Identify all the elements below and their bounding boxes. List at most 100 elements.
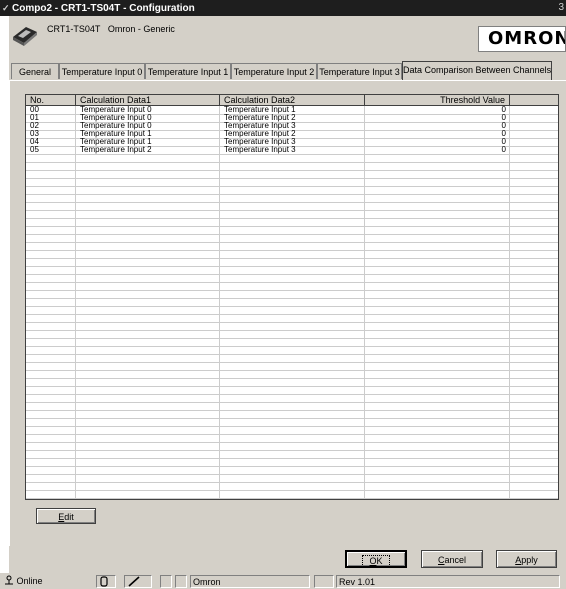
row-gridline — [26, 154, 558, 155]
row-gridline — [26, 394, 558, 395]
row-gridline — [26, 410, 558, 411]
row-gridline — [26, 482, 558, 483]
ok-label: K — [376, 556, 383, 566]
tab-temperature-input-3[interactable]: Temperature Input 3 — [317, 63, 402, 79]
tab-temperature-input-0[interactable]: Temperature Input 0 — [59, 63, 145, 79]
row-gridline — [26, 282, 558, 283]
tab-temperature-input-1[interactable]: Temperature Input 1 — [145, 63, 231, 79]
device-description: CRT1-TS04T Omron - Generic — [47, 24, 175, 34]
row-gridline — [26, 306, 558, 307]
network-icon — [5, 575, 13, 585]
table-row[interactable]: 05 Temperature Input 2 Temperature Input 3… — [26, 146, 558, 154]
window-title: Compo2 - CRT1-TS04T - Configuration — [12, 3, 195, 14]
row-gridline — [26, 194, 558, 195]
cell-no: 04 — [30, 138, 39, 146]
row-gridline — [26, 354, 558, 355]
cell-calc-data2: Temperature Input 3 — [224, 146, 296, 154]
column-header-no[interactable]: No. — [26, 95, 76, 106]
column-header-empty — [510, 95, 558, 106]
tab-general[interactable]: General — [11, 63, 59, 79]
row-gridline — [26, 258, 558, 259]
status-edit-indicator — [124, 575, 152, 588]
cell-calc-data1: Temperature Input 0 — [80, 114, 152, 122]
row-gridline — [26, 490, 558, 491]
row-gridline — [26, 178, 558, 179]
cell-no: 01 — [30, 114, 39, 122]
row-gridline — [26, 378, 558, 379]
column-header-threshold[interactable]: Threshold Value — [365, 95, 510, 106]
app-icon: ✓ — [2, 3, 10, 13]
edit-label: dit — [64, 512, 74, 522]
cell-calc-data2: Temperature Input 3 — [224, 122, 296, 130]
edit-button[interactable]: Edit — [36, 508, 96, 524]
cell-calc-data2: Temperature Input 2 — [224, 130, 296, 138]
tab-temperature-input-2[interactable]: Temperature Input 2 — [231, 63, 317, 79]
cell-calc-data2: Temperature Input 3 — [224, 138, 296, 146]
title-bar[interactable]: ✓ Compo2 - CRT1-TS04T - Configuration 3 — [0, 0, 566, 16]
table-row[interactable]: 02 Temperature Input 0 Temperature Input 3… — [26, 122, 558, 130]
table-row[interactable]: 00 Temperature Input 0 Temperature Input 1… — [26, 106, 558, 114]
row-gridline — [26, 498, 558, 499]
row-gridline — [26, 386, 558, 387]
status-slot-1 — [160, 575, 172, 588]
cell-threshold: 0 — [501, 130, 506, 138]
status-online-text: Online — [16, 576, 43, 586]
cell-calc-data2: Temperature Input 2 — [224, 114, 296, 122]
status-revision: Rev 1.01 — [336, 575, 560, 588]
cell-calc-data1: Temperature Input 2 — [80, 146, 152, 154]
row-gridline — [26, 162, 558, 163]
tab-data-comparison[interactable]: Data Comparison Between Channels — [402, 61, 552, 80]
cell-calc-data1: Temperature Input 1 — [80, 138, 152, 146]
row-gridline — [26, 474, 558, 475]
row-gridline — [26, 434, 558, 435]
row-gridline — [26, 450, 558, 451]
row-gridline — [26, 442, 558, 443]
row-gridline — [26, 402, 558, 403]
table-row[interactable]: 04 Temperature Input 1 Temperature Input 3… — [26, 138, 558, 146]
cell-threshold: 0 — [501, 138, 506, 146]
device-header: CRT1-TS04T Omron - Generic OMRON — [9, 16, 566, 60]
apply-button[interactable]: Apply — [496, 550, 557, 568]
row-gridline — [26, 362, 558, 363]
cell-no: 03 — [30, 130, 39, 138]
status-online: Online — [2, 575, 90, 588]
row-gridline — [26, 458, 558, 459]
row-gridline — [26, 330, 558, 331]
window-left-gap — [0, 0, 9, 589]
column-header-calc-data1[interactable]: Calculation Data1 — [76, 95, 220, 106]
table-row[interactable]: 01 Temperature Input 0 Temperature Input 2… — [26, 114, 558, 122]
column-header-calc-data2[interactable]: Calculation Data2 — [220, 95, 365, 106]
cell-threshold: 0 — [501, 114, 506, 122]
row-gridline — [26, 346, 558, 347]
row-gridline — [26, 210, 558, 211]
cell-calc-data1: Temperature Input 0 — [80, 106, 152, 114]
row-gridline — [26, 314, 558, 315]
cell-threshold: 0 — [501, 106, 506, 114]
row-gridline — [26, 202, 558, 203]
row-gridline — [26, 338, 558, 339]
row-gridline — [26, 466, 558, 467]
row-gridline — [26, 298, 558, 299]
ok-accel: O — [369, 556, 377, 566]
row-gridline — [26, 226, 558, 227]
row-gridline — [26, 170, 558, 171]
cancel-button[interactable]: Cancel — [421, 550, 483, 568]
ok-button[interactable]: OK — [345, 550, 407, 568]
column-gridline — [364, 106, 365, 499]
table-row[interactable]: 03 Temperature Input 1 Temperature Input 2… — [26, 130, 558, 138]
status-vendor: Omron — [190, 575, 310, 588]
row-gridline — [26, 418, 558, 419]
row-gridline — [26, 426, 558, 427]
cell-calc-data1: Temperature Input 0 — [80, 122, 152, 130]
device-model: CRT1-TS04T — [47, 24, 101, 34]
row-gridline — [26, 234, 558, 235]
cell-threshold: 0 — [501, 146, 506, 154]
omron-logo: OMRON — [478, 26, 566, 52]
table-header: No. Calculation Data1 Calculation Data2 … — [26, 95, 558, 106]
comparison-table[interactable]: No. Calculation Data1 Calculation Data2 … — [25, 94, 559, 500]
pencil-icon — [128, 576, 140, 587]
cancel-label: ancel — [444, 555, 466, 565]
cell-threshold: 0 — [501, 122, 506, 130]
device-indicator-icon — [100, 576, 108, 587]
cell-no: 05 — [30, 146, 39, 154]
